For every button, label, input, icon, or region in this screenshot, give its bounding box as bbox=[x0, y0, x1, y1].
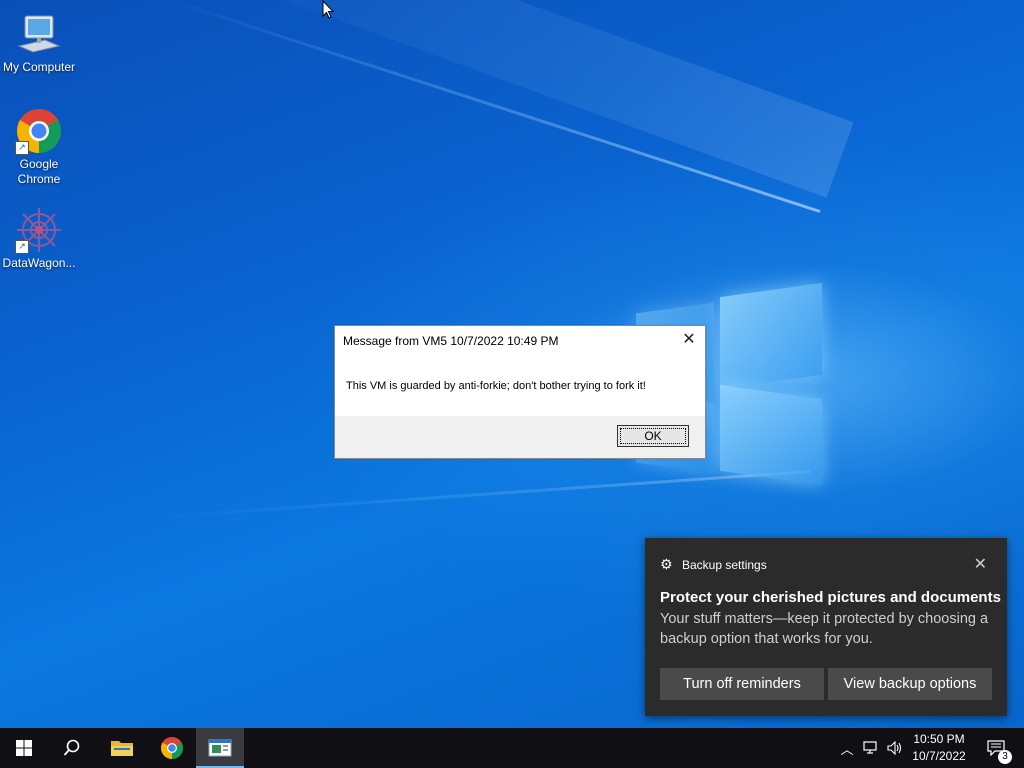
windows-start-icon bbox=[16, 740, 32, 756]
dialog-title: Message from VM5 10/7/2022 10:49 PM bbox=[343, 334, 559, 348]
chrome-icon: ↗ bbox=[15, 107, 63, 155]
dialog-footer: OK bbox=[335, 416, 705, 458]
desktop-icon-label: My Computer bbox=[2, 60, 76, 74]
taskbar-file-explorer[interactable] bbox=[98, 728, 146, 768]
desktop-icon-google-chrome[interactable]: ↗ Google Chrome bbox=[1, 107, 77, 187]
desktop-icon-label: DataWagon... bbox=[2, 256, 76, 270]
speaker-icon bbox=[887, 741, 902, 755]
notification-count-badge: 3 bbox=[998, 750, 1012, 764]
clock-date: 10/7/2022 bbox=[912, 749, 966, 763]
message-dialog: Message from VM5 10/7/2022 10:49 PM ✕ Th… bbox=[334, 325, 706, 459]
chevron-up-icon: ︿ bbox=[840, 741, 854, 757]
view-backup-options-button[interactable]: View backup options bbox=[828, 668, 992, 700]
desktop-icon-label: Google Chrome bbox=[17, 157, 61, 186]
taskbar-clock[interactable]: 10:50 PM 10/7/2022 bbox=[904, 731, 974, 765]
turn-off-reminders-button[interactable]: Turn off reminders bbox=[660, 668, 824, 700]
toast-header: ⚙ Backup settings bbox=[660, 556, 767, 573]
dialog-titlebar[interactable]: Message from VM5 10/7/2022 10:49 PM ✕ bbox=[335, 326, 705, 356]
shortcut-arrow-icon: ↗ bbox=[15, 141, 29, 155]
search-icon bbox=[63, 739, 80, 756]
taskbar-active-app[interactable] bbox=[196, 728, 244, 768]
folder-icon bbox=[111, 741, 133, 756]
backup-toast-notification[interactable]: ⚙ Backup settings ✕ Protect your cherishe… bbox=[645, 538, 1007, 716]
datawagon-icon: ↗ bbox=[15, 206, 63, 254]
ok-button[interactable]: OK bbox=[617, 425, 689, 447]
desktop-icon-my-computer[interactable]: My Computer bbox=[1, 10, 77, 75]
toast-app-name: Backup settings bbox=[682, 558, 767, 572]
chrome-icon bbox=[161, 737, 183, 759]
mouse-cursor-icon bbox=[322, 0, 334, 19]
taskbar: ︿ 10:50 PM 10/7/2022 3 bbox=[0, 728, 1024, 768]
shortcut-arrow-icon: ↗ bbox=[15, 240, 29, 254]
window-app-icon bbox=[208, 739, 232, 757]
dialog-message: This VM is guarded by anti-forkie; don't… bbox=[346, 380, 646, 392]
desktop-icon-datawagon[interactable]: ↗ DataWagon... bbox=[1, 206, 77, 271]
start-button[interactable] bbox=[0, 728, 48, 768]
taskbar-chrome[interactable] bbox=[148, 728, 196, 768]
toast-close-button[interactable]: ✕ bbox=[974, 554, 987, 574]
wallpaper-beam bbox=[112, 0, 854, 198]
desktop: My Computer ↗ Google Chrome ↗ DataWagon.… bbox=[0, 0, 1024, 728]
monitor-icon bbox=[15, 10, 63, 58]
search-button[interactable] bbox=[48, 728, 96, 768]
show-hidden-icons-button[interactable]: ︿ bbox=[838, 728, 856, 768]
ok-button-label: OK bbox=[620, 428, 686, 444]
dialog-close-button[interactable]: ✕ bbox=[679, 330, 699, 350]
action-center-button[interactable]: 3 bbox=[978, 728, 1014, 768]
gear-icon: ⚙ bbox=[660, 556, 673, 572]
clock-time: 10:50 PM bbox=[913, 732, 965, 746]
network-tray-button[interactable] bbox=[860, 728, 882, 768]
toast-heading: Protect your cherished pictures and docu… bbox=[660, 589, 1001, 606]
volume-tray-button[interactable] bbox=[884, 728, 906, 768]
toast-body: Your stuff matters—keep it protected by … bbox=[660, 611, 989, 647]
network-icon bbox=[863, 741, 877, 754]
